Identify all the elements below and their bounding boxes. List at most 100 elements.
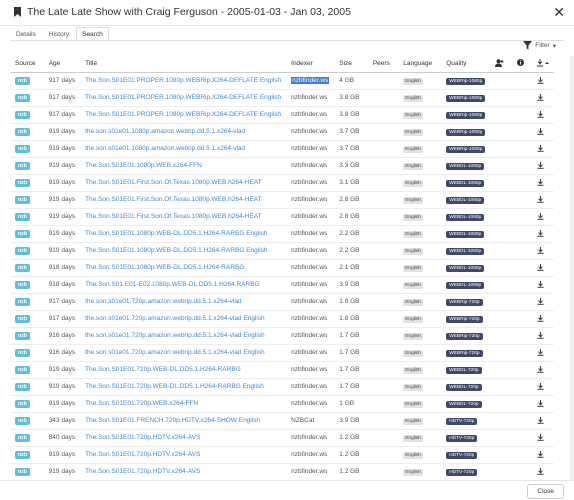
download-icon[interactable]	[537, 400, 544, 407]
tab-history[interactable]: History	[43, 27, 75, 41]
close-icon[interactable]: ✕	[553, 4, 565, 21]
table-row[interactable]: nzb 917 days The.Son.S01E01.PROPER.1080p.W…	[10, 71, 554, 89]
release-title-link[interactable]: The.Son.S01.E01-E02.1080p.WEB-DL.DD5.1.H…	[80, 275, 287, 293]
release-title-link[interactable]: The.Son.S01E01.720p.WEB-DL.DD5.1.H264-RA…	[80, 377, 287, 395]
tab-details[interactable]: Details	[10, 27, 42, 41]
download-cell[interactable]	[531, 71, 554, 89]
table-row[interactable]: nzb 919 days The.Son.S01E01.720p.WEB.x264-…	[10, 394, 554, 412]
download-icon[interactable]	[537, 94, 544, 101]
download-cell[interactable]	[531, 88, 554, 106]
download-cell[interactable]	[531, 462, 554, 480]
release-title-link[interactable]: The.Son.S01E01.PROPER.1080p.WEBRip.X264-…	[80, 71, 287, 89]
tab-search[interactable]: Search	[76, 27, 109, 41]
download-cell[interactable]	[531, 122, 554, 140]
col-indexer[interactable]: Indexer	[286, 56, 335, 73]
release-title-link[interactable]: the.son.s01e01.720p.amazon.webrip.dd.5.1…	[80, 309, 287, 327]
bookmark-icon[interactable]	[14, 7, 21, 17]
download-icon[interactable]	[537, 281, 544, 288]
release-title-link[interactable]: The.Son.S01E01.720p.WEB.x264-FFN	[80, 394, 287, 412]
col-peers[interactable]: Peers	[367, 56, 399, 73]
download-cell[interactable]	[531, 224, 554, 242]
download-cell[interactable]	[531, 309, 554, 327]
download-cell[interactable]	[531, 292, 554, 310]
table-row[interactable]: nzb 917 days the.son.s01e01.720p.amazon.we…	[10, 309, 554, 327]
table-row[interactable]: nzb 343 days The.Son.S01E01.FRENCH.720p.HD…	[10, 411, 554, 429]
release-title-link[interactable]: The.Son.S01E01.720p.HDTV.x264-AVS	[80, 445, 287, 463]
table-row[interactable]: nzb 919 days the.son.s01e01.1080p.amazon.w…	[10, 122, 554, 140]
release-title-link[interactable]: the.son.s01e01.1080p.amazon.webrip.dd.5.…	[80, 139, 287, 157]
table-row[interactable]: nzb 919 days The.Son.S01E01.720p.WEB-DL.DD…	[10, 360, 554, 378]
release-title-link[interactable]: the.son.s01e01.720p.amazon.webrip.dd.5.1…	[80, 343, 287, 361]
download-cell[interactable]	[531, 139, 554, 157]
table-row[interactable]: nzb 919 days The.Son.S01E01.First.Son.Of.T…	[10, 190, 554, 208]
release-title-link[interactable]: the.son.s01e01.720p.amazon.webrip.dd.5.1…	[80, 326, 287, 344]
download-icon[interactable]	[537, 315, 544, 322]
col-download-sort[interactable]	[531, 56, 554, 73]
download-icon[interactable]	[537, 468, 544, 476]
table-row[interactable]: nzb 919 days The.Son.S01E01.720p.WEB-DL.DD…	[10, 377, 554, 395]
table-row[interactable]: nzb 916 days the.son.s01e01.720p.amazon.we…	[10, 326, 554, 344]
download-cell[interactable]	[531, 411, 554, 429]
release-title-link[interactable]: The.Son.S01E01.720p.HDTV.x264-AVS	[80, 462, 287, 480]
download-icon[interactable]	[537, 332, 544, 339]
download-cell[interactable]	[531, 173, 554, 191]
download-cell[interactable]	[531, 241, 554, 259]
release-title-link[interactable]: The.Son.S01E01.720p.HDTV.x264-AVS	[80, 428, 287, 446]
download-cell[interactable]	[531, 156, 554, 174]
download-cell[interactable]	[531, 258, 554, 276]
download-icon[interactable]	[537, 111, 544, 118]
download-icon[interactable]	[537, 247, 544, 254]
col-title[interactable]: Title	[80, 56, 287, 73]
col-info[interactable]	[512, 56, 532, 73]
download-cell[interactable]	[531, 275, 554, 293]
download-cell[interactable]	[531, 428, 554, 446]
release-title-link[interactable]: The.Son.S01E01.1080p.WEB-DL.DD5.1.H264-R…	[80, 224, 287, 242]
download-icon[interactable]	[537, 179, 544, 186]
download-cell[interactable]	[531, 105, 554, 123]
table-row[interactable]: nzb 917 days The.Son.S01E01.PROPER.1080p.W…	[10, 88, 554, 106]
download-cell[interactable]	[531, 445, 554, 463]
download-icon[interactable]	[537, 213, 544, 220]
download-icon[interactable]	[537, 366, 544, 373]
release-title-link[interactable]: the.son.s01e01.720p.amazon.webrip.dd.5.1…	[80, 292, 287, 310]
download-cell[interactable]	[531, 377, 554, 395]
download-icon[interactable]	[537, 264, 544, 271]
release-title-link[interactable]: The.Son.S01E01.1080p.WEB-DL.DD5.1.H264-R…	[80, 258, 287, 276]
release-title-link[interactable]: The.Son.S01E01.PROPER.1080p.WEBRip.X264-…	[80, 88, 287, 106]
download-icon[interactable]	[537, 451, 544, 458]
release-title-link[interactable]: The.Son.S01E01.FRENCH.720p.HDTV.x264-SHO…	[80, 411, 287, 429]
download-icon[interactable]	[537, 434, 544, 441]
download-cell[interactable]	[531, 343, 554, 361]
table-row[interactable]: nzb 918 days The.Son.S01E01.1080p.WEB-DL.D…	[10, 258, 554, 276]
table-row[interactable]: nzb 916 days the.son.s01e01.720p.amazon.we…	[10, 343, 554, 361]
download-icon[interactable]	[537, 77, 544, 84]
download-icon[interactable]	[537, 128, 544, 135]
release-title-link[interactable]: The.Son.S01E01.1080p.WEB-DL.DD5.1.H264-R…	[80, 241, 287, 259]
download-cell[interactable]	[531, 360, 554, 378]
release-title-link[interactable]: the.son.s01e01.1080p.amazon.webrip.dd.5.…	[80, 122, 287, 140]
table-row[interactable]: nzb 919 days The.Son.S01E01.1080p.WEB.x264…	[10, 156, 554, 174]
table-row[interactable]: nzb 919 days The.Son.S01E01.First.Son.Of.T…	[10, 173, 554, 191]
table-row[interactable]: nzb 919 days The.Son.S01E01.720p.HDTV.x264…	[10, 462, 554, 480]
table-row[interactable]: nzb 918 days The.Son.S01.E01-E02.1080p.WEB…	[10, 275, 554, 293]
col-quality[interactable]: Quality	[441, 56, 491, 73]
release-title-link[interactable]: The.Son.S01E01.First.Son.Of.Texas.1080p.…	[80, 190, 287, 208]
download-icon[interactable]	[537, 145, 544, 152]
release-title-link[interactable]: The.Son.S01E01.1080p.WEB.x264-FFN	[80, 156, 287, 174]
table-row[interactable]: nzb 917 days The.Son.S01E01.PROPER.1080p.W…	[10, 105, 554, 123]
table-row[interactable]: nzb 919 days The.Son.S01E01.1080p.WEB-DL.D…	[10, 224, 554, 242]
download-icon[interactable]	[537, 349, 544, 356]
download-icon[interactable]	[537, 162, 544, 169]
download-cell[interactable]	[531, 394, 554, 412]
close-button[interactable]: Close	[527, 484, 564, 499]
download-cell[interactable]	[531, 326, 554, 344]
table-row[interactable]: nzb 917 days the.son.s01e01.720p.amazon.we…	[10, 292, 554, 310]
filter-dropdown[interactable]: Filter ▾	[523, 41, 556, 50]
release-title-link[interactable]: The.Son.S01E01.720p.WEB-DL.DD5.1.H264-RA…	[80, 360, 287, 378]
download-cell[interactable]	[531, 190, 554, 208]
col-language[interactable]: Language	[398, 56, 442, 73]
table-row[interactable]: nzb 919 days the.son.s01e01.1080p.amazon.w…	[10, 139, 554, 157]
download-icon[interactable]	[537, 196, 544, 203]
download-icon[interactable]	[537, 230, 544, 237]
col-source[interactable]: Source	[10, 56, 44, 73]
